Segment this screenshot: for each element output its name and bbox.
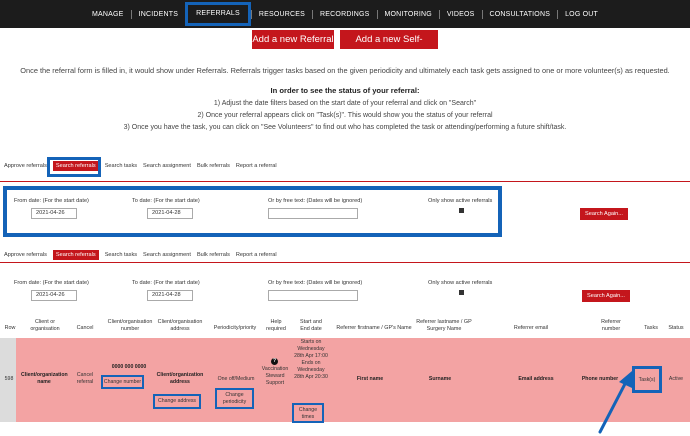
status-value: Active <box>668 376 684 382</box>
th-status: Status <box>668 325 684 331</box>
free-text-input[interactable] <box>268 290 358 301</box>
tab-search-tasks[interactable]: Search tasks <box>105 163 137 169</box>
to-date-label: To date: (For the start date) <box>132 280 200 286</box>
change-number-link[interactable]: Change number <box>101 375 144 389</box>
filter-highlight <box>3 186 502 237</box>
th-cancel: Cancel <box>76 325 94 331</box>
th-help: Help required <box>266 319 286 332</box>
client-name[interactable]: Client/organization name <box>21 372 68 386</box>
nav-videos[interactable]: VIDEOS <box>438 9 482 19</box>
th-address: Client/organisation address <box>157 319 203 332</box>
tab-bulk-referrals[interactable]: Bulk referrals <box>197 252 230 258</box>
divider <box>0 262 690 263</box>
th-periodicity: Periodicity/priority <box>213 325 257 331</box>
to-date-input[interactable]: 2021-04-28 <box>147 290 193 301</box>
th-lastname: Referrer lastname / GP Surgery Name <box>416 319 472 332</box>
change-periodicity-link[interactable]: Change periodicity <box>215 388 254 409</box>
referrer-email: Email address <box>518 376 554 382</box>
th-dates: Start and End date <box>300 319 322 332</box>
search-referrals-highlight <box>47 157 101 177</box>
active-only-checkbox[interactable] <box>459 290 464 295</box>
start-end-dates: Starts on Wednesday 28th Apr 17:00 Ends … <box>294 339 328 380</box>
tab-search-assignment[interactable]: Search assignment <box>143 163 191 169</box>
nav-incidents[interactable]: INCIDENTS <box>130 9 186 19</box>
referrer-firstname: First name <box>356 376 384 382</box>
tab-bulk-referrals[interactable]: Bulk referrals <box>197 163 230 169</box>
th-client: Client or organisation <box>30 319 60 332</box>
nav-consultations[interactable]: CONSULTATIONS <box>481 9 558 19</box>
referral-tabs-bottom: Approve referrals Search referrals Searc… <box>4 249 283 261</box>
active-only-label: Only show active referrals <box>428 280 493 286</box>
th-number: Client/organisation number <box>107 319 153 332</box>
tab-search-tasks[interactable]: Search tasks <box>105 252 137 258</box>
from-date-label: From date: (For the start date) <box>14 280 89 286</box>
th-email: Referrer email <box>513 325 549 331</box>
change-address-link[interactable]: Change address <box>153 394 201 409</box>
search-again-button[interactable]: Search Again... <box>580 208 628 220</box>
nav-resources[interactable]: RESOURCES <box>250 9 312 19</box>
referrer-lastname: Surname <box>428 376 452 382</box>
divider <box>0 181 690 182</box>
add-self-referral-button[interactable]: Add a new Self-Referral <box>340 30 438 64</box>
tasks-link[interactable]: Task(s) <box>632 366 662 393</box>
nav-referrals[interactable]: REFERRALS <box>185 2 251 26</box>
change-times-link[interactable]: Change times <box>292 403 324 423</box>
howto-step-3: 3) Once you have the task, you can click… <box>123 124 567 131</box>
howto-step-1: 1) Adjust the date filters based on the … <box>213 100 477 107</box>
howto-title: In order to see the status of your refer… <box>270 86 420 95</box>
howto-step-2: 2) Once your referral appears click on "… <box>197 112 493 119</box>
row-id: 598 <box>4 376 14 382</box>
help-required-value: Vaccination Steward Support <box>261 366 289 386</box>
th-firstname: Referrer firstname / GP's Name <box>336 325 412 331</box>
free-text-label: Or by free text: (Dates will be ignored) <box>268 280 363 286</box>
periodicity-value: One off/Medium <box>217 376 255 382</box>
nav-recordings[interactable]: RECORDINGS <box>312 9 376 19</box>
th-row: Row <box>4 325 16 331</box>
help-question-icon[interactable]: ? <box>271 358 278 365</box>
client-number: 0000 000 0000 <box>111 364 147 370</box>
th-tasks: Tasks <box>644 325 658 331</box>
client-address: Client/organization address <box>156 372 204 385</box>
tab-report-referral[interactable]: Report a referral <box>236 252 277 258</box>
cancel-referral-link[interactable]: Cancel referral <box>72 372 98 386</box>
add-referral-button[interactable]: Add a new Referral <box>252 30 334 49</box>
tab-search-referrals[interactable]: Search referrals <box>52 250 99 260</box>
nav-logout[interactable]: LOG OUT <box>557 9 605 19</box>
th-referrer-number: Referrer number <box>601 319 621 332</box>
tab-report-referral[interactable]: Report a referral <box>236 163 277 169</box>
nav-monitoring[interactable]: MONITORING <box>376 9 439 19</box>
tab-search-assignment[interactable]: Search assignment <box>143 252 191 258</box>
search-again-button[interactable]: Search Again... <box>582 290 630 302</box>
top-nav: MANAGE INCIDENTS REFERRALS RESOURCES REC… <box>0 0 690 28</box>
annotation-arrow-icon <box>598 371 632 434</box>
tab-approve-referrals[interactable]: Approve referrals <box>4 252 47 258</box>
from-date-input[interactable]: 2021-04-26 <box>31 290 77 301</box>
referral-tabs-top: Approve referrals Search referrals Searc… <box>4 160 283 172</box>
intro-text: Once the referral form is filled in, it … <box>20 66 670 75</box>
tab-approve-referrals[interactable]: Approve referrals <box>4 163 47 169</box>
nav-manage[interactable]: MANAGE <box>85 10 131 19</box>
